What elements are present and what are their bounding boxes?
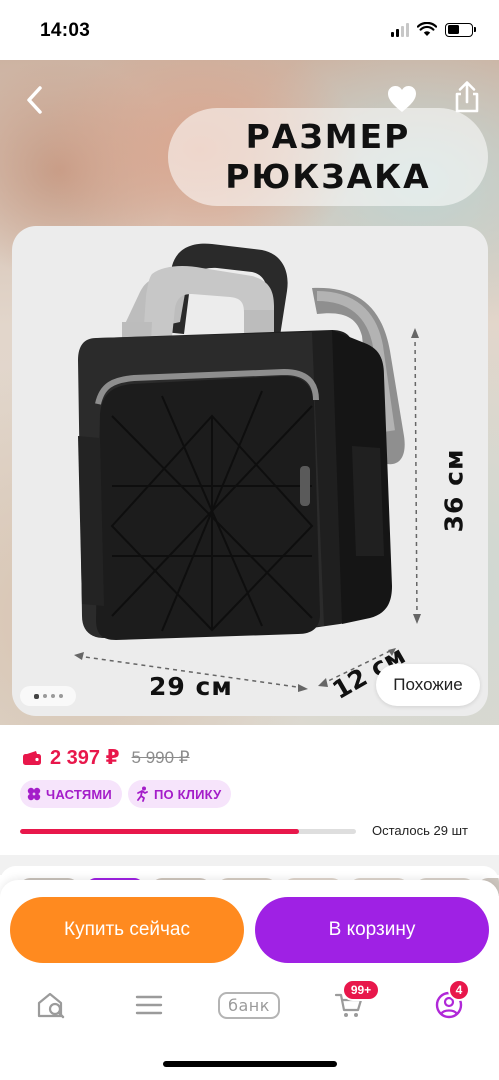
product-image[interactable]: 29 см 12 см 36 см (12, 226, 488, 716)
tab-bank[interactable]: банк (214, 985, 284, 1025)
cellular-signal-icon (391, 22, 409, 37)
old-price: 5 990 ₽ (131, 747, 190, 767)
one-click-tag[interactable]: ПО КЛИКУ (127, 780, 232, 808)
gallery-pagination (20, 686, 76, 706)
tab-home[interactable] (26, 985, 76, 1025)
product-price-section: 2 397 ₽ 5 990 ₽ ЧАСТЯМИ ПО КЛИКУ Осталос… (0, 725, 499, 855)
one-click-tag-label: ПО КЛИКУ (153, 786, 222, 802)
similar-products-button[interactable]: Похожие (376, 664, 480, 706)
back-button[interactable] (18, 82, 50, 118)
price-row: 2 397 ₽ 5 990 ₽ (22, 745, 190, 770)
running-person-icon (137, 786, 148, 802)
purchase-action-bar: Купить сейчас В корзину (0, 880, 499, 980)
bottom-tab-bar: банк 99+ 4 (0, 975, 499, 1080)
stock-progress-fill (20, 829, 299, 834)
share-icon (455, 81, 479, 113)
height-dimension-label: 36 см (439, 448, 469, 533)
wallet-icon (23, 750, 41, 765)
bank-icon: банк (218, 991, 280, 1019)
current-price: 2 397 ₽ (50, 747, 120, 769)
title-line-2: РЮКЗАКА (225, 157, 431, 196)
payment-tags: ЧАСТЯМИ ПО КЛИКУ (20, 780, 232, 808)
split-payment-icon (27, 787, 41, 801)
gallery-dot-active (33, 693, 39, 699)
gallery-dot (58, 694, 63, 698)
width-dimension-label: 29 см (149, 672, 233, 701)
menu-icon (135, 995, 163, 1015)
home-indicator (163, 1061, 337, 1067)
status-bar: 14:03 (0, 0, 499, 60)
backpack-image (74, 243, 421, 692)
status-icons (391, 22, 476, 37)
tab-cart[interactable]: 99+ (324, 979, 380, 1025)
installments-tag-label: ЧАСТЯМИ (46, 786, 112, 802)
product-gallery[interactable]: РАЗМЕР РЮКЗАКА 29 см 12 см 36 см Похожие (0, 60, 499, 725)
gallery-dot (50, 694, 55, 698)
stock-remaining-text: Осталось 29 шт (372, 823, 468, 838)
add-to-cart-button[interactable]: В корзину (255, 897, 489, 963)
chevron-left-icon (27, 86, 42, 114)
profile-badge: 4 (448, 979, 470, 1001)
stock-progress-bar (20, 829, 356, 834)
cart-badge: 99+ (342, 979, 380, 1001)
status-time: 14:03 (40, 20, 91, 41)
title-line-1: РАЗМЕР (245, 117, 411, 156)
wifi-icon (417, 22, 437, 36)
home-search-icon (37, 992, 65, 1019)
gallery-dot (42, 694, 47, 698)
size-title-banner: РАЗМЕР РЮКЗАКА (168, 108, 488, 206)
installments-tag[interactable]: ЧАСТЯМИ (20, 780, 122, 808)
buy-now-button[interactable]: Купить сейчас (10, 897, 244, 963)
battery-icon (445, 22, 476, 37)
tab-profile[interactable]: 4 (424, 979, 474, 1025)
tab-catalog[interactable] (124, 985, 174, 1025)
